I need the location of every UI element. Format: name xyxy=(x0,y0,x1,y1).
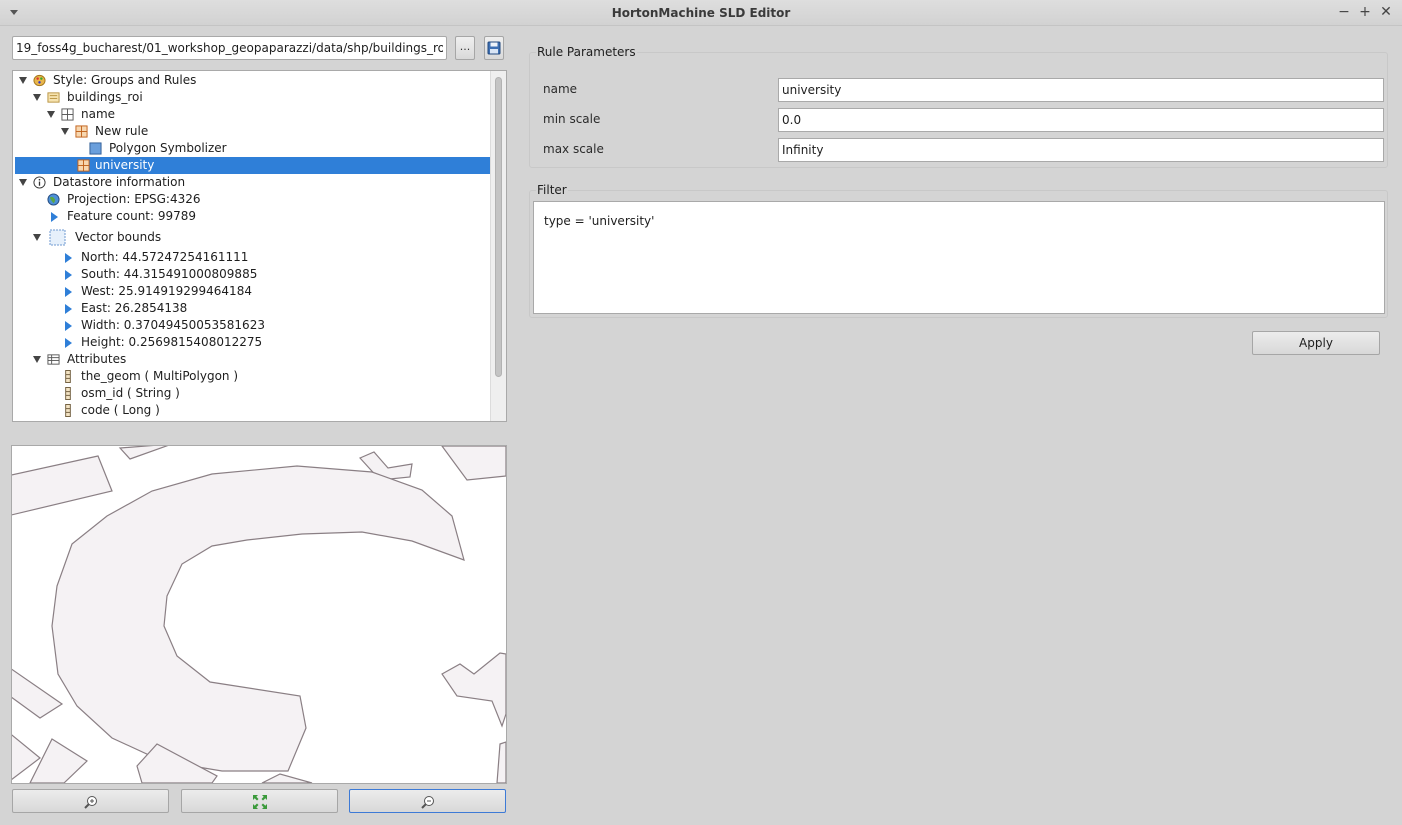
tree-label: Vector bounds xyxy=(75,230,162,244)
zoom-in-button[interactable] xyxy=(12,789,169,813)
tree-label: North: 44.57247254161111 xyxy=(81,250,249,264)
rule-name-input[interactable] xyxy=(778,78,1384,102)
expand-arrow-icon[interactable] xyxy=(47,111,55,118)
tree-label: New rule xyxy=(95,124,149,138)
map-preview[interactable] xyxy=(11,445,507,784)
tree-label: Attributes xyxy=(67,352,127,366)
tree-label: the_geom ( MultiPolygon ) xyxy=(81,369,239,383)
rule-icon xyxy=(75,125,88,138)
filter-title: Filter xyxy=(536,183,568,197)
tree-label: West: 25.914919299464184 xyxy=(81,284,252,298)
zoom-out-icon xyxy=(420,796,434,809)
expand-arrow-icon[interactable] xyxy=(19,77,27,84)
min-scale-label: min scale xyxy=(543,112,601,126)
maximize-button[interactable]: + xyxy=(1357,4,1373,20)
floppy-disk-icon xyxy=(487,41,501,55)
grid-icon xyxy=(61,108,74,121)
expand-arrow-icon[interactable] xyxy=(51,212,58,222)
title-bar: HortonMachine SLD Editor − + ✕ xyxy=(0,0,1402,26)
browse-button[interactable]: ... xyxy=(455,36,475,60)
building-polygon xyxy=(496,741,506,783)
tree-label: Width: 0.37049450053581623 xyxy=(81,318,265,332)
tree-label: Projection: EPSG:4326 xyxy=(67,192,201,206)
building-polygon xyxy=(12,455,113,516)
tree-label: code ( Long ) xyxy=(81,403,160,417)
building-polygon xyxy=(261,773,313,783)
expand-arrow-icon[interactable] xyxy=(61,128,69,135)
window-title: HortonMachine SLD Editor xyxy=(611,6,791,20)
attribute-icon xyxy=(65,370,71,383)
layer-icon xyxy=(47,92,60,103)
globe-icon xyxy=(47,193,60,206)
expand-arrow-icon[interactable] xyxy=(19,179,27,186)
tree-label: Polygon Symbolizer xyxy=(109,141,227,155)
zoom-to-extent-icon xyxy=(252,795,267,809)
tree-label: Datastore information xyxy=(53,175,186,189)
max-scale-label: max scale xyxy=(543,142,604,156)
min-scale-input[interactable] xyxy=(778,108,1384,132)
tree-label: South: 44.315491000809885 xyxy=(81,267,258,281)
rule-parameters-title: Rule Parameters xyxy=(536,45,637,59)
tree-label: university xyxy=(95,158,155,172)
expand-arrow-icon[interactable] xyxy=(33,356,41,363)
style-tree[interactable]: Style: Groups and Rules buildings_roi na… xyxy=(12,70,507,422)
tree-label: Style: Groups and Rules xyxy=(53,73,197,87)
zoom-out-button[interactable] xyxy=(349,789,506,813)
attribute-icon xyxy=(65,387,71,400)
building-polygon xyxy=(118,446,169,460)
building-polygon xyxy=(29,738,88,783)
map-canvas[interactable] xyxy=(12,446,506,783)
bounds-icon xyxy=(49,229,66,246)
sld-path-input[interactable] xyxy=(12,36,447,60)
tree-label: Height: 0.2569815408012275 xyxy=(81,335,263,349)
tree-label: buildings_roi xyxy=(67,90,143,104)
scrollbar-thumb[interactable] xyxy=(495,77,502,377)
expand-arrow-icon[interactable] xyxy=(65,270,72,280)
building-polygon xyxy=(441,652,506,728)
expand-arrow-icon[interactable] xyxy=(65,321,72,331)
table-icon xyxy=(47,354,60,365)
expand-arrow-icon[interactable] xyxy=(65,287,72,297)
tree-node-university[interactable]: university xyxy=(15,157,490,174)
tree-label: name xyxy=(81,107,116,121)
zoom-to-extent-button[interactable] xyxy=(181,789,338,813)
minimize-button[interactable]: − xyxy=(1336,4,1352,20)
expand-arrow-icon[interactable] xyxy=(33,234,41,241)
apply-button[interactable]: Apply xyxy=(1252,331,1380,355)
building-polygon xyxy=(441,446,506,481)
max-scale-input[interactable] xyxy=(778,138,1384,162)
expand-arrow-icon[interactable] xyxy=(65,338,72,348)
building-polygon xyxy=(51,465,465,772)
close-button[interactable]: ✕ xyxy=(1378,4,1394,20)
building-polygon xyxy=(12,668,64,719)
name-label: name xyxy=(543,82,578,96)
expand-arrow-icon[interactable] xyxy=(65,253,72,263)
zoom-in-icon xyxy=(83,796,97,809)
tree-scrollbar[interactable] xyxy=(490,71,506,421)
tree-label: osm_id ( String ) xyxy=(81,386,180,400)
filter-expression-editor[interactable]: type = 'university' xyxy=(533,201,1385,314)
attribute-icon xyxy=(65,404,71,417)
polygon-icon xyxy=(89,142,102,155)
info-icon xyxy=(33,176,46,189)
palette-icon xyxy=(33,74,46,87)
tree-label: East: 26.2854138 xyxy=(81,301,188,315)
tree-label: Feature count: 99789 xyxy=(67,209,197,223)
expand-arrow-icon[interactable] xyxy=(65,304,72,314)
save-button[interactable] xyxy=(484,36,504,60)
expand-arrow-icon[interactable] xyxy=(33,94,41,101)
rule-icon xyxy=(77,159,90,172)
